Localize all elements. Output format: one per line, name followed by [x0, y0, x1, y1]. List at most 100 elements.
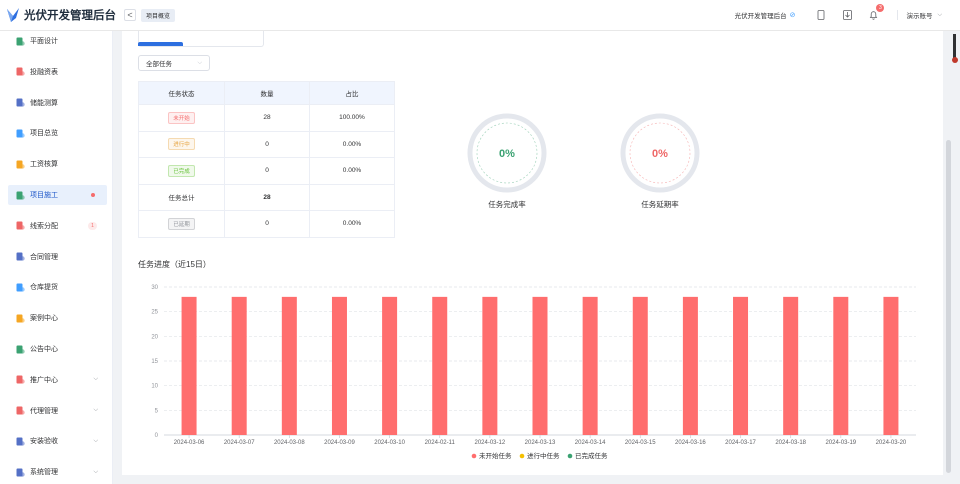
chevron-down-icon: ⌵ [937, 11, 942, 18]
task-progress-chart: 0 5 10 15 20 25 30 2024-03-06 2024-03-07 2024-03-… [151, 285, 916, 460]
bar-0-5[interactable] [432, 296, 448, 435]
bar-0-2[interactable] [281, 296, 297, 435]
scroll-thumb-knob[interactable] [952, 57, 958, 63]
sidebar-item-7[interactable]: 合同管理 [8, 247, 107, 267]
cell-status: 已完成 [138, 157, 225, 185]
sidebar-item-14[interactable]: 系统管理 ⌵ [8, 462, 107, 482]
bar-0-7[interactable] [532, 296, 548, 435]
agent-icon [16, 406, 25, 415]
status-badge: 进行中 [168, 138, 195, 151]
sidebar-item-label: 平面设计 [30, 38, 58, 45]
bar-0-13[interactable] [833, 296, 849, 435]
sidebar-item-8[interactable]: 仓库提货 [8, 277, 107, 297]
bar-0-14[interactable] [883, 296, 899, 435]
sidebar-item-2[interactable]: 储能测算 [8, 93, 107, 113]
mobile-icon[interactable] [815, 9, 827, 21]
bar-0-1[interactable] [231, 296, 247, 435]
task-filter-select[interactable]: 全部任务 ⌵ [138, 55, 210, 71]
sidebar-item-label: 储能测算 [30, 99, 58, 107]
bar-0-11[interactable] [733, 296, 749, 435]
task-status-table: 任务状态 数量 占比 未开始 28 100.00% 进行中 0 0.00% 已完成 0 0.00… [138, 81, 395, 238]
logo-bird-icon [7, 8, 19, 22]
logo[interactable]: 光伏开发管理后台 [0, 7, 116, 23]
sidebar-item-label: 仓库提货 [30, 284, 58, 292]
user-name: 演示账号 [906, 13, 933, 20]
notification-bell-icon[interactable]: 3 [867, 4, 885, 21]
bar-0-9[interactable] [632, 296, 648, 435]
main-card: 全部任务 ⌵ 任务状态 数量 占比 未开始 28 100.00% 进行中 0 0.00% 已… [122, 31, 943, 475]
sidebar-item-11[interactable]: 推广中心 ⌵ [8, 370, 107, 390]
overview-icon [16, 129, 25, 138]
sidebar-item-label: 系统管理 [30, 469, 58, 477]
bar-0-12[interactable] [783, 296, 799, 435]
cell-ratio: 0.00% [309, 210, 395, 238]
x-tick-label: 2024-03-15 [625, 440, 656, 446]
x-tick-label: 2024-03-14 [575, 440, 606, 446]
salary-icon [16, 160, 25, 169]
cell-status: 进行中 [138, 130, 225, 158]
tab-project-overview[interactable]: 项目概览 [141, 8, 176, 22]
status-badge: 已延期 [168, 217, 195, 230]
sidebar-item-1[interactable]: 投融资表 [8, 62, 107, 82]
cell-count: 0 [224, 130, 310, 158]
battery-icon [16, 98, 25, 107]
chevron-down-icon[interactable]: ⌵ [93, 469, 98, 476]
bar-0-3[interactable] [331, 296, 347, 435]
chart-title: 任务进度（近15日） [138, 260, 211, 269]
sidebar-item-10[interactable]: 公告中心 [8, 339, 107, 359]
table-row: 任务总计 28 [138, 183, 395, 211]
sidebar-item-9[interactable]: 案例中心 [8, 308, 107, 328]
sidebar-item-6[interactable]: 线索分配 1 [8, 216, 107, 236]
x-tick-label: 2024-03-20 [876, 440, 907, 446]
finance-icon [16, 67, 25, 76]
tab-active-indicator[interactable] [138, 42, 183, 46]
promotion-icon [16, 375, 25, 384]
bar-0-4[interactable] [382, 296, 398, 435]
bar-0-8[interactable] [582, 296, 598, 435]
cell-count: 28 [224, 183, 310, 211]
chevron-down-icon[interactable]: ⌵ [93, 376, 98, 383]
bar-0-0[interactable] [181, 296, 197, 435]
case-icon [16, 314, 25, 323]
bar-0-10[interactable] [682, 296, 698, 435]
chevron-down-icon[interactable]: ⌵ [93, 407, 98, 414]
sidebar-item-12[interactable]: 代理管理 ⌵ [8, 401, 107, 421]
legend-label-0[interactable]: 未开始任务 [479, 451, 512, 460]
sidebar-item-3[interactable]: 项目总览 [8, 123, 107, 143]
sidebar-item-label: 项目总览 [30, 130, 58, 138]
legend-marker-1[interactable] [519, 453, 525, 459]
x-tick-label: 2024-03-06 [174, 440, 205, 446]
x-tick-label: 2024-03-07 [224, 440, 255, 446]
sidebar-item-5[interactable]: 项目施工 [8, 185, 107, 205]
x-tick-label: 2024-02-11 [425, 440, 456, 446]
x-tick-label: 2024-03-19 [825, 440, 856, 446]
bar-0-6[interactable] [482, 296, 498, 435]
cell-count: 0 [224, 157, 310, 185]
table-row: 已完成 0 0.00% [138, 157, 395, 185]
y-tick-label: 0 [155, 433, 159, 439]
gauge-value: 0% [499, 148, 515, 160]
top-header: 光伏开发管理后台 < 项目概览 光伏开发管理后台 ⊘ 3 演示账号 ⌵ [0, 0, 960, 31]
sidebar-item-4[interactable]: 工资核算 [8, 154, 107, 174]
scrollbar[interactable] [946, 140, 951, 473]
chevron-down-icon[interactable]: ⌵ [93, 438, 98, 445]
sidebar-item-label: 安装验收 [30, 438, 58, 446]
sidebar-item-label: 合同管理 [30, 253, 58, 261]
y-tick-label: 25 [151, 310, 158, 316]
legend-marker-2[interactable] [567, 453, 573, 459]
legend-marker-0[interactable] [471, 453, 477, 459]
sidebar-item-0[interactable]: 平面设计 [8, 31, 107, 51]
user-menu[interactable]: 演示账号 ⌵ [897, 10, 942, 20]
legend-label-1[interactable]: 进行中任务 [527, 451, 560, 460]
sidebar-item-label: 项目施工 [30, 192, 58, 199]
gauge-label-0: 任务完成率 [488, 200, 526, 209]
sidebar-item-badge: 1 [88, 221, 97, 230]
x-tick-label: 2024-03-08 [274, 440, 305, 446]
sidebar-item-label: 线索分配 [30, 222, 58, 230]
cell-count: 0 [224, 210, 310, 238]
y-tick-label: 20 [151, 334, 158, 340]
sidebar-item-13[interactable]: 安装验收 ⌵ [8, 431, 107, 451]
download-icon[interactable] [841, 9, 853, 21]
back-button[interactable]: < [124, 9, 136, 21]
legend-label-2[interactable]: 已完成任务 [575, 451, 608, 460]
